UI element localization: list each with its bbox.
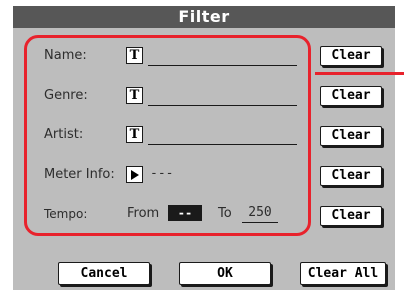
clear-tempo-button[interactable]: Clear — [320, 206, 382, 226]
cancel-button[interactable]: Cancel — [58, 262, 150, 285]
clear-genre-button[interactable]: Clear — [320, 86, 382, 106]
filter-dialog: Filter Name: T Genre: T Artist: T Meter … — [0, 0, 404, 294]
highlight-frame — [24, 35, 311, 236]
clear-name-button[interactable]: Clear — [320, 46, 382, 66]
clear-artist-button[interactable]: Clear — [320, 126, 382, 146]
highlight-callout-line — [315, 72, 404, 75]
dialog-title: Filter — [13, 6, 395, 28]
ok-button[interactable]: OK — [179, 262, 271, 285]
clear-all-button[interactable]: Clear All — [300, 262, 386, 285]
clear-meter-info-button[interactable]: Clear — [320, 166, 382, 186]
